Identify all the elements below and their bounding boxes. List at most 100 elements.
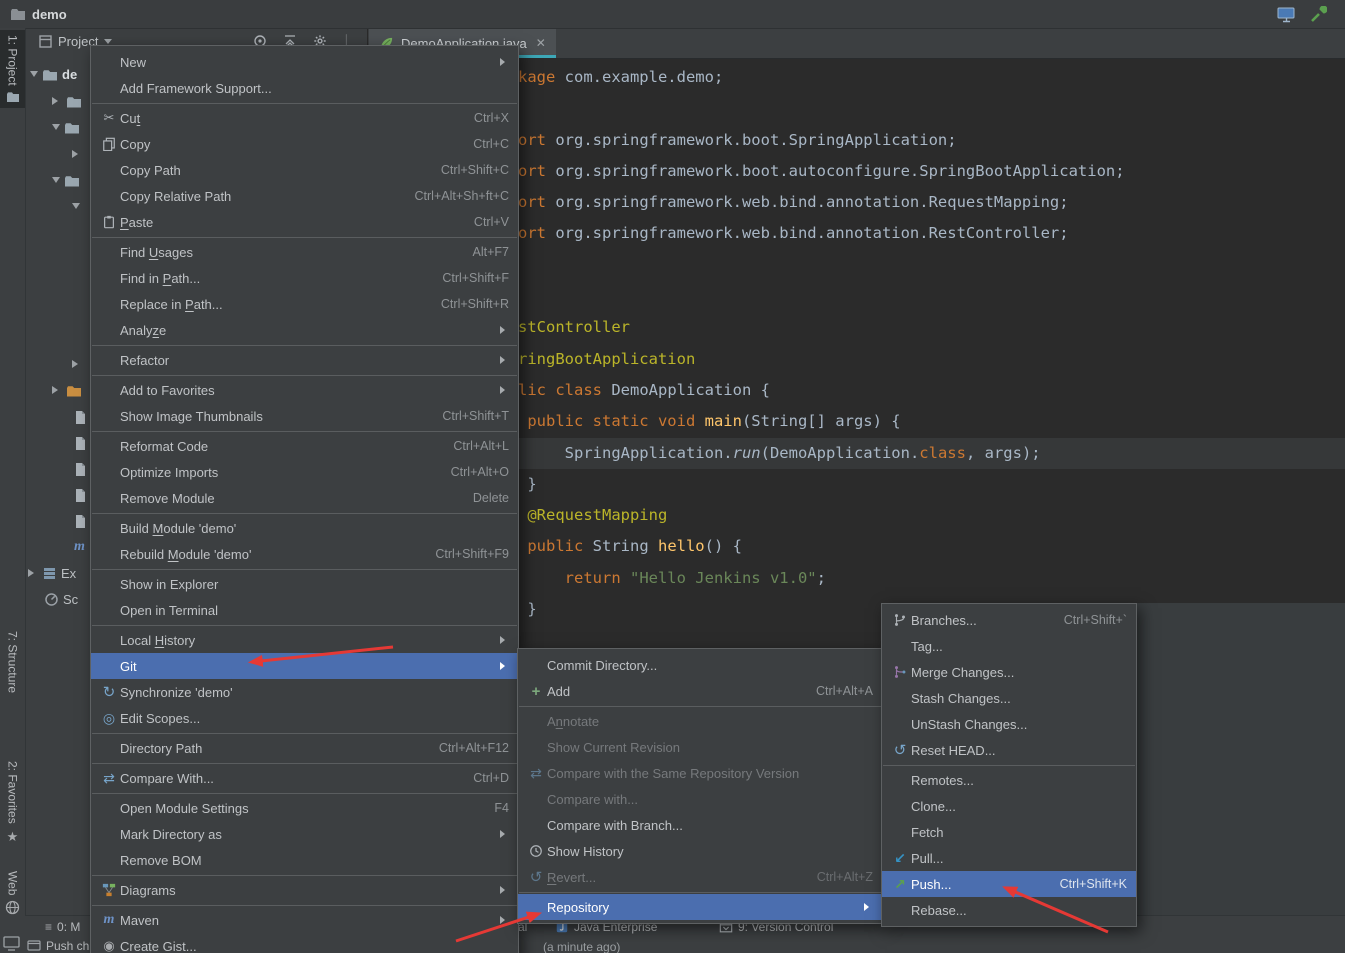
repository-submenu-item-tag[interactable]: Tag...	[882, 633, 1136, 659]
tree-row[interactable]	[74, 487, 91, 503]
menu-item-label: Open in Terminal	[120, 603, 218, 618]
chevron-right-icon[interactable]	[72, 150, 82, 158]
tool-button-messages[interactable]: ≡ 0: M	[45, 920, 80, 934]
context-menu-item-maven[interactable]: mMaven	[91, 907, 518, 933]
context-menu-item-directory-path[interactable]: Directory PathCtrl+Alt+F12	[91, 735, 518, 761]
context-menu-item-cut[interactable]: ✂CutCtrl+X	[91, 105, 518, 131]
chevron-down-icon[interactable]	[30, 71, 38, 81]
git-submenu-item-compare-with[interactable]: Compare with...	[518, 786, 882, 812]
context-menu-item-reformat-code[interactable]: Reformat CodeCtrl+Alt+L	[91, 433, 518, 459]
icon-spacer	[98, 740, 120, 756]
icon-spacer	[98, 826, 120, 842]
context-menu-item-synchronize-demo[interactable]: ↻Synchronize 'demo'	[91, 679, 518, 705]
chevron-down-icon[interactable]	[52, 124, 60, 134]
repository-submenu-item-pull[interactable]: ↙Pull...	[882, 845, 1136, 871]
maven-icon: m	[98, 912, 120, 928]
menu-item-shortcut: Delete	[445, 491, 509, 505]
context-menu-item-analyze[interactable]: Analyze	[91, 317, 518, 343]
context-menu-item-refactor[interactable]: Refactor	[91, 347, 518, 373]
tree-row[interactable]	[74, 513, 91, 529]
repository-submenu-item-rebase[interactable]: Rebase...	[882, 897, 1136, 923]
context-menu-item-remove-bom[interactable]: Remove BOM	[91, 847, 518, 873]
context-menu-item-open-module-settings[interactable]: Open Module SettingsF4	[91, 795, 518, 821]
git-submenu-item-commit-directory[interactable]: Commit Directory...	[518, 652, 882, 678]
chevron-right-icon[interactable]	[52, 97, 62, 105]
menu-burger-icon: ≡	[45, 920, 52, 934]
context-menu-item-new[interactable]: New	[91, 49, 518, 75]
context-menu-item-diagrams[interactable]: Diagrams	[91, 877, 518, 903]
git-submenu-item-compare-with-branch[interactable]: Compare with Branch...	[518, 812, 882, 838]
context-menu-item-edit-scopes[interactable]: ◎Edit Scopes...	[91, 705, 518, 731]
chevron-right-icon[interactable]	[72, 360, 82, 368]
context-menu-item-optimize-imports[interactable]: Optimize ImportsCtrl+Alt+O	[91, 459, 518, 485]
chevron-right-icon[interactable]	[28, 569, 38, 577]
context-menu-item-find-usages[interactable]: Find UsagesAlt+F7	[91, 239, 518, 265]
context-menu-item-copy[interactable]: CopyCtrl+C	[91, 131, 518, 157]
chevron-down-icon[interactable]	[52, 177, 60, 187]
context-menu-item-local-history[interactable]: Local History	[91, 627, 518, 653]
context-menu-item-mark-directory-as[interactable]: Mark Directory as	[91, 821, 518, 847]
tree-row[interactable]	[52, 93, 86, 109]
submenu-arrow-icon	[500, 356, 509, 364]
tree-row-de[interactable]: de	[30, 66, 77, 82]
context-menu-item-find-in-path[interactable]: Find in Path...Ctrl+Shift+F	[91, 265, 518, 291]
tree-row[interactable]	[74, 409, 91, 425]
context-menu-item-replace-in-path[interactable]: Replace in Path...Ctrl+Shift+R	[91, 291, 518, 317]
tree-row[interactable]	[74, 461, 91, 477]
tree-row[interactable]	[72, 146, 86, 162]
context-menu-item-paste[interactable]: PasteCtrl+V	[91, 209, 518, 235]
chevron-right-icon[interactable]	[52, 386, 62, 394]
repository-submenu-item-reset-head[interactable]: ↺Reset HEAD...	[882, 737, 1136, 763]
menu-separator	[92, 793, 517, 794]
context-menu-item-add-framework-support[interactable]: Add Framework Support...	[91, 75, 518, 101]
repository-submenu-item-merge-changes[interactable]: Merge Changes...	[882, 659, 1136, 685]
git-submenu-item-annotate[interactable]: Annotate	[518, 708, 882, 734]
context-menu-item-open-in-terminal[interactable]: Open in Terminal	[91, 597, 518, 623]
icon-spacer	[98, 382, 120, 398]
status-push-fragment[interactable]: Push ch	[27, 939, 89, 953]
tree-row[interactable]	[52, 119, 84, 135]
tree-row[interactable]	[52, 382, 86, 398]
git-submenu-item-show-history[interactable]: Show History	[518, 838, 882, 864]
submenu-arrow-icon	[500, 326, 509, 334]
folder-icon	[66, 95, 82, 108]
context-menu-item-remove-module[interactable]: Remove ModuleDelete	[91, 485, 518, 511]
repository-submenu-item-branches[interactable]: Branches...Ctrl+Shift+`	[882, 607, 1136, 633]
context-menu-item-copy-path[interactable]: Copy PathCtrl+Shift+C	[91, 157, 518, 183]
repository-submenu-item-stash-changes[interactable]: Stash Changes...	[882, 685, 1136, 711]
context-menu-item-add-to-favorites[interactable]: Add to Favorites	[91, 377, 518, 403]
icon-spacer	[98, 322, 120, 338]
context-menu-item-build-module-demo[interactable]: Build Module 'demo'	[91, 515, 518, 541]
menu-separator	[92, 733, 517, 734]
tree-row[interactable]	[74, 435, 91, 451]
menu-separator	[883, 765, 1135, 766]
repository-submenu-item-clone[interactable]: Clone...	[882, 793, 1136, 819]
context-menu-item-create-gist[interactable]: ◉Create Gist...	[91, 933, 518, 953]
repository-submenu-item-push[interactable]: ↗Push...Ctrl+Shift+K	[882, 871, 1136, 897]
tree-row[interactable]	[72, 356, 86, 372]
scratch-icon	[44, 592, 59, 607]
git-submenu-item-show-current-revision[interactable]: Show Current Revision	[518, 734, 882, 760]
tree-row[interactable]	[72, 198, 84, 214]
git-submenu-item-add[interactable]: +AddCtrl+Alt+A	[518, 678, 882, 704]
context-menu-item-show-in-explorer[interactable]: Show in Explorer	[91, 571, 518, 597]
git-submenu-item-revert[interactable]: ↺Revert...Ctrl+Alt+Z	[518, 864, 882, 890]
file-icon	[74, 488, 87, 503]
context-menu-item-copy-relative-path[interactable]: Copy Relative PathCtrl+Alt+Sh+ft+C	[91, 183, 518, 209]
tree-row-sc[interactable]: Sc	[44, 591, 78, 607]
repository-submenu-item-fetch[interactable]: Fetch	[882, 819, 1136, 845]
git-submenu-item-compare-with-the-same-repository-version[interactable]: ⇄Compare with the Same Repository Versio…	[518, 760, 882, 786]
tree-row-ex[interactable]: Ex	[28, 565, 76, 581]
menu-separator	[519, 706, 881, 707]
context-menu-item-compare-with[interactable]: ⇄Compare With...Ctrl+D	[91, 765, 518, 791]
context-menu-item-show-image-thumbnails[interactable]: Show Image ThumbnailsCtrl+Shift+T	[91, 403, 518, 429]
git-submenu-item-repository[interactable]: Repository	[518, 894, 882, 920]
repository-submenu-item-remotes[interactable]: Remotes...	[882, 767, 1136, 793]
tree-row[interactable]	[52, 172, 84, 188]
chevron-down-icon[interactable]	[72, 203, 80, 213]
context-menu-item-rebuild-module-demo[interactable]: Rebuild Module 'demo'Ctrl+Shift+F9	[91, 541, 518, 567]
menu-item-label: Cut	[120, 111, 140, 126]
context-menu-item-git[interactable]: Git	[91, 653, 518, 679]
tree-row[interactable]: m	[74, 539, 89, 555]
repository-submenu-item-unstash-changes[interactable]: UnStash Changes...	[882, 711, 1136, 737]
